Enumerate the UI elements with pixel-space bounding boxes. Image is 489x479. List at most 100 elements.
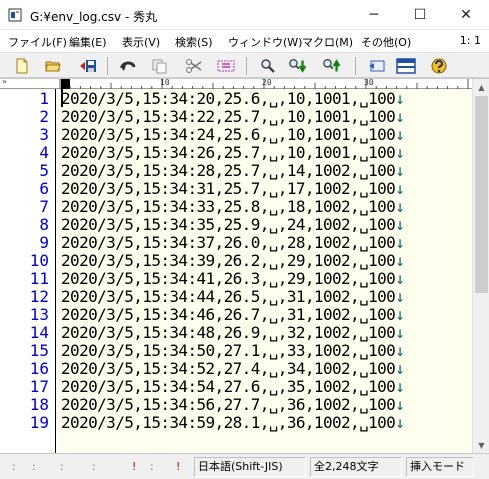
close-button[interactable]: ✕ <box>443 0 489 30</box>
eol-mark: ↓ <box>395 143 405 162</box>
search-down-icon[interactable] <box>288 56 308 76</box>
eol-mark: ↓ <box>395 179 405 198</box>
text-line-content: 2020/3/5,15:34:20,25.6,␣,10,1001,␣100 <box>61 89 396 108</box>
menu-other[interactable]: その他(O) <box>361 34 411 50</box>
text-line[interactable]: 2020/3/5,15:34:56,27.7,␣,36,1002,␣100↓ <box>61 396 405 414</box>
text-line[interactable]: 2020/3/5,15:34:22,25.7,␣,10,1001,␣100↓ <box>61 107 405 126</box>
open-folder-icon[interactable] <box>43 56 63 76</box>
text-line[interactable]: 2020/3/5,15:34:44,26.5,␣,31,1002,␣100↓ <box>61 288 405 306</box>
split-window-icon[interactable] <box>396 56 416 76</box>
text-line-content: 2020/3/5,15:34:28,25.7,␣,14,1002,␣100 <box>61 161 396 180</box>
search-icon[interactable] <box>258 56 278 76</box>
line-number-gutter: 1 2 3 4 5 6 7 8 9 10 11 12 13 14 15 16 17 18 19 <box>0 89 56 453</box>
text-line[interactable]: 2020/3/5,15:34:41,26.3,␣,29,1002,␣100↓ <box>61 269 405 288</box>
text-line[interactable]: 2020/3/5,15:34:24,25.6,␣,10,1001,␣100↓ <box>61 125 405 144</box>
text-line[interactable]: 2020/3/5,15:34:59,28.1,␣,36,1002,␣100↓ <box>61 413 405 432</box>
menu-search[interactable]: 検索(S) <box>175 34 213 50</box>
copy-icon[interactable] <box>150 56 170 76</box>
text-line[interactable]: 2020/3/5,15:34:31,25.7,␣,17,1002,␣100↓ <box>61 179 405 198</box>
text-line-content: 2020/3/5,15:34:37,26.0,␣,28,1002,␣100 <box>61 233 396 252</box>
menu-edit[interactable]: 編集(E) <box>69 34 107 50</box>
cut-icon[interactable] <box>184 56 204 76</box>
text-line[interactable]: 2020/3/5,15:34:48,26.9,␣,32,1002,␣100↓ <box>61 323 405 342</box>
text-line[interactable]: 2020/3/5,15:34:33,25.8,␣,18,1002,␣100↓ <box>61 197 405 216</box>
status-bar: : : : : ! : ! 日本語(Shift-JIS) 全2,248文字 挿入… <box>0 453 489 479</box>
insert-mode-indicator[interactable]: 挿入モード <box>406 457 474 477</box>
menu-bar: ファイル(F) 編集(E) 表示(V) 検索(S) ウィンドウ(W) マクロ(M… <box>0 30 489 52</box>
text-area[interactable]: 2020/3/5,15:34:20,25.6,␣,10,1001,␣100↓ 20… <box>57 89 472 453</box>
text-line[interactable]: 2020/3/5,15:34:28,25.7,␣,14,1002,␣100↓ <box>61 161 405 180</box>
toolbar-separator <box>355 57 356 75</box>
line-number: 6 <box>39 179 49 198</box>
menu-view[interactable]: 表示(V) <box>122 34 160 50</box>
eol-mark: ↓ <box>395 413 405 432</box>
char-count: 全2,248文字 <box>310 457 402 477</box>
help-icon[interactable] <box>429 56 449 76</box>
save-icon[interactable] <box>78 56 98 76</box>
encoding-indicator[interactable]: 日本語(Shift-JIS) <box>194 457 306 477</box>
line-number: 4 <box>39 143 49 162</box>
line-number: 2 <box>39 107 49 126</box>
text-line[interactable]: 2020/3/5,15:34:50,27.1,␣,33,1002,␣100↓ <box>61 341 405 360</box>
paste-icon[interactable] <box>216 56 236 76</box>
line-number: 17 <box>29 377 49 396</box>
eol-mark: ↓ <box>395 251 405 270</box>
line-number: 10 <box>29 251 49 270</box>
text-line-content: 2020/3/5,15:34:46,26.7,␣,31,1002,␣100 <box>61 305 396 324</box>
eol-mark: ↓ <box>395 305 405 324</box>
search-up-icon[interactable] <box>322 56 342 76</box>
text-line[interactable]: 2020/3/5,15:34:39,26.2,␣,29,1002,␣100↓ <box>61 251 405 270</box>
eol-mark: ↓ <box>395 323 405 342</box>
maximize-button[interactable]: ☐ <box>397 0 443 30</box>
scrollbar-thumb[interactable] <box>475 96 488 293</box>
eol-mark: ↓ <box>395 377 405 396</box>
scroll-up-arrow-icon[interactable]: ▲ <box>473 79 489 96</box>
editor-pane[interactable]: » 10 20 30 1 2 3 4 5 6 7 8 9 10 11 12 13 14 15 16 17 18 19… <box>0 78 489 453</box>
vertical-scrollbar[interactable]: ▲ ▼ <box>472 79 489 453</box>
text-line[interactable]: 2020/3/5,15:34:37,26.0,␣,28,1002,␣100↓ <box>61 233 405 252</box>
minimize-button[interactable]: ─ <box>351 0 397 30</box>
menu-macro[interactable]: マクロ(M) <box>302 34 353 50</box>
eol-mark: ↓ <box>395 197 405 216</box>
text-line-content: 2020/3/5,15:34:31,25.7,␣,17,1002,␣100 <box>61 179 396 198</box>
scroll-down-arrow-icon[interactable]: ▼ <box>473 437 489 453</box>
eol-mark: ↓ <box>395 233 405 252</box>
line-number: 18 <box>29 395 49 414</box>
eol-mark: ↓ <box>395 359 405 378</box>
eol-mark: ↓ <box>395 341 405 360</box>
line-number: 1 <box>39 89 49 108</box>
status-mark: : <box>150 460 154 473</box>
new-file-icon[interactable] <box>12 56 32 76</box>
eol-mark: ↓ <box>395 89 405 108</box>
ruler-mark-10: 10 <box>160 78 170 87</box>
text-line-content: 2020/3/5,15:34:24,25.6,␣,10,1001,␣100 <box>61 125 396 144</box>
menu-window[interactable]: ウィンドウ(W) <box>228 34 302 50</box>
tag-jump-icon[interactable] <box>367 56 387 76</box>
text-line-content: 2020/3/5,15:34:41,26.3,␣,29,1002,␣100 <box>61 269 396 288</box>
line-number: 11 <box>29 269 49 288</box>
line-number: 8 <box>39 215 49 234</box>
text-line[interactable]: 2020/3/5,15:34:20,25.6,␣,10,1001,␣100↓ <box>61 89 405 108</box>
text-line[interactable]: 2020/3/5,15:34:54,27.6,␣,35,1002,␣100↓ <box>61 377 405 396</box>
text-line-content: 2020/3/5,15:34:39,26.2,␣,29,1002,␣100 <box>61 251 396 270</box>
line-number: 19 <box>29 413 49 432</box>
status-mark: : <box>92 460 96 473</box>
undo-icon[interactable] <box>118 56 138 76</box>
text-line-content: 2020/3/5,15:34:26,25.7,␣,10,1001,␣100 <box>61 143 396 162</box>
toolbar <box>0 52 489 78</box>
line-number: 3 <box>39 125 49 144</box>
text-line[interactable]: 2020/3/5,15:34:46,26.7,␣,31,1002,␣100↓ <box>61 305 405 324</box>
text-line[interactable]: 2020/3/5,15:34:26,25.7,␣,10,1001,␣100↓ <box>61 143 405 162</box>
cursor-position: 1: 1 <box>459 34 481 47</box>
ruler-mark-30: 30 <box>364 78 374 87</box>
menu-file[interactable]: ファイル(F) <box>8 34 67 50</box>
text-line-content: 2020/3/5,15:34:22,25.7,␣,10,1001,␣100 <box>61 107 396 126</box>
status-mark: : <box>12 460 16 473</box>
eol-mark: ↓ <box>395 107 405 126</box>
column-ruler: » 10 20 30 <box>0 79 472 89</box>
status-mark: ! <box>176 460 181 473</box>
text-line[interactable]: 2020/3/5,15:34:52,27.4,␣,34,1002,␣100↓ <box>61 359 405 378</box>
text-line-content: 2020/3/5,15:34:54,27.6,␣,35,1002,␣100 <box>61 377 396 396</box>
text-line[interactable]: 2020/3/5,15:34:35,25.9,␣,24,1002,␣100↓ <box>61 216 405 234</box>
text-line-content: 2020/3/5,15:34:52,27.4,␣,34,1002,␣100 <box>61 359 396 378</box>
